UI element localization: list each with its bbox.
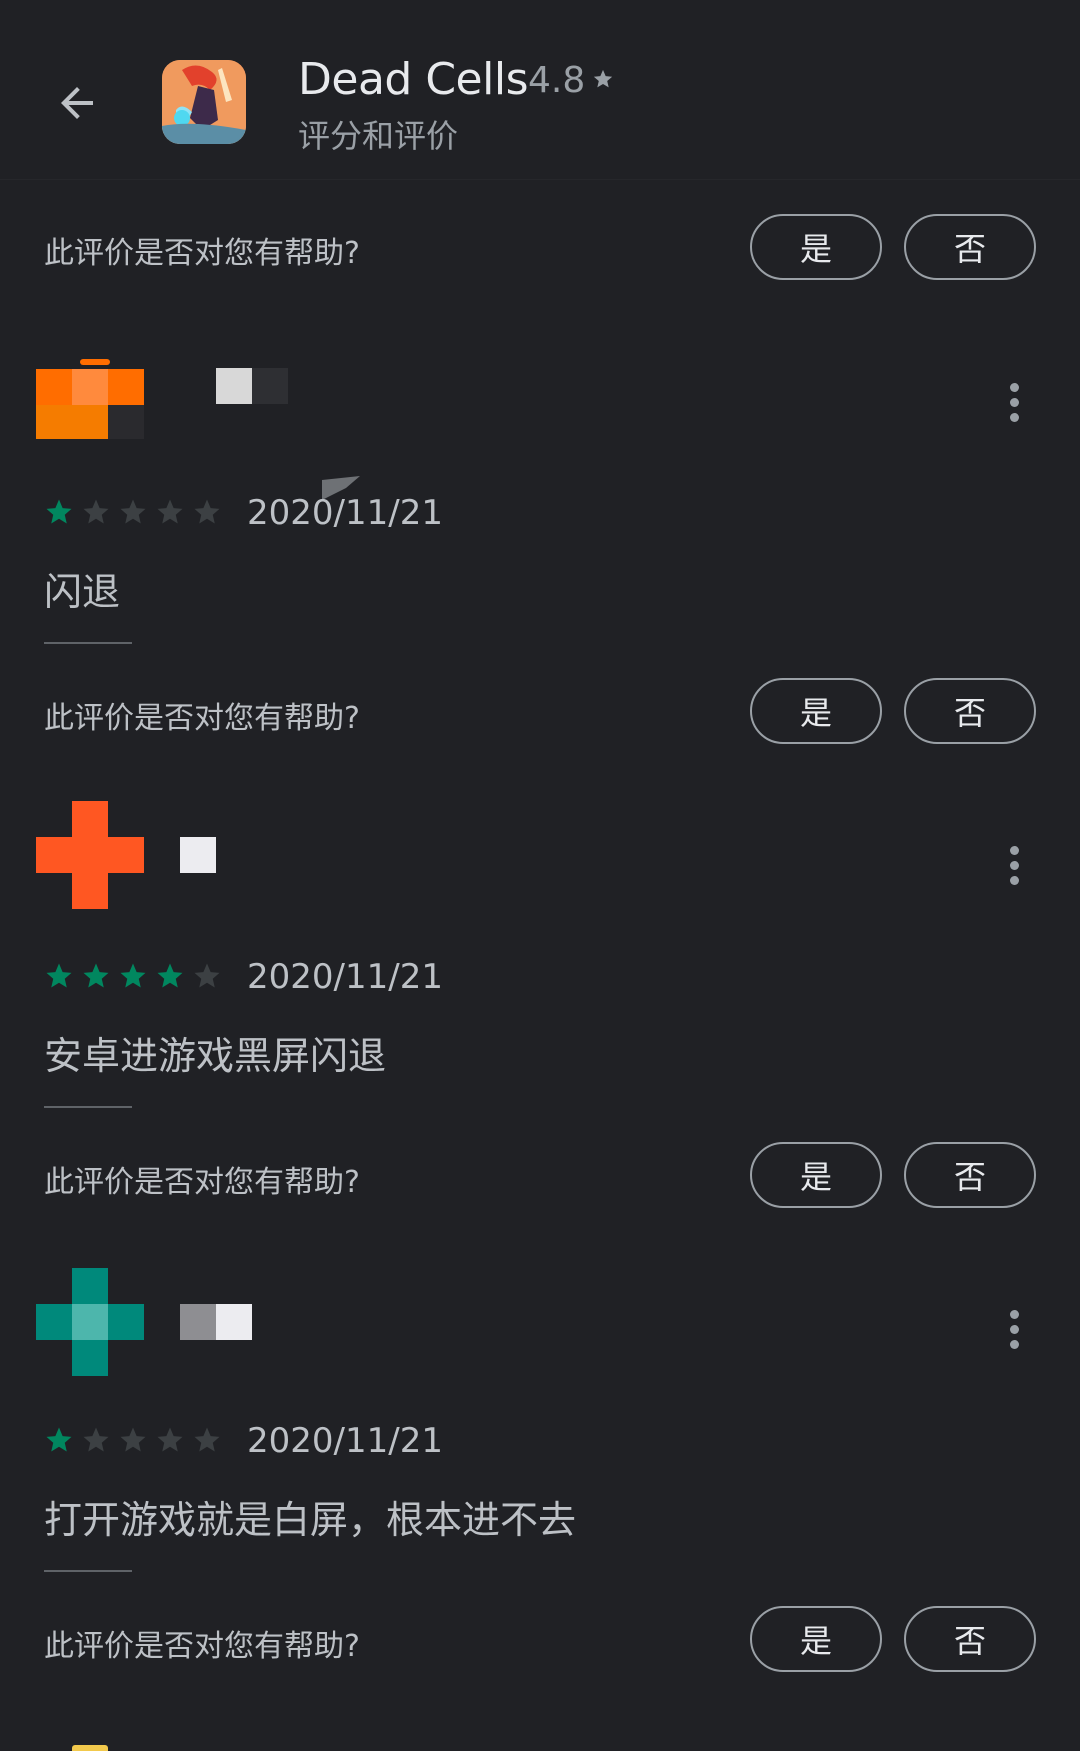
more-vert-icon xyxy=(1009,382,1019,392)
review-date: 2020/11/21 xyxy=(247,493,443,533)
star-icon xyxy=(120,963,146,988)
back-button[interactable] xyxy=(44,70,110,136)
more-options-button[interactable] xyxy=(996,1299,1032,1359)
more-options-button[interactable] xyxy=(996,372,1032,432)
more-options-button[interactable] xyxy=(996,835,1032,895)
helpful-question: 此评价是否对您有帮助? xyxy=(44,236,360,271)
helpful-no-button[interactable]: 否 xyxy=(904,1142,1036,1208)
star-icon xyxy=(157,499,183,524)
more-vert-icon xyxy=(1009,1309,1019,1319)
star-icon xyxy=(46,963,72,988)
app-title: Dead Cells xyxy=(298,54,529,105)
star-icon xyxy=(46,499,72,524)
reviewer-name xyxy=(216,368,288,404)
app-icon[interactable] xyxy=(162,60,246,144)
star-icon xyxy=(194,963,220,988)
star-icon xyxy=(83,963,109,988)
star-icon xyxy=(593,69,613,88)
review-divider xyxy=(44,1570,132,1572)
app-header: Dead Cells 4.8 评分和评价 xyxy=(0,0,1080,180)
review-text: 闪退 xyxy=(44,570,121,614)
review-text: 安卓进游戏黑屏闪退 xyxy=(44,1034,387,1078)
star-icon xyxy=(120,1427,146,1452)
star-icon xyxy=(46,1427,72,1452)
avatar xyxy=(36,801,144,909)
review-date: 2020/11/21 xyxy=(247,1421,443,1461)
reviewer-name xyxy=(180,1304,252,1340)
helpful-yes-button[interactable]: 是 xyxy=(750,214,882,280)
helpful-question: 此评价是否对您有帮助? xyxy=(44,1165,360,1200)
page-subtitle: 评分和评价 xyxy=(298,117,459,155)
helpful-no-button[interactable]: 否 xyxy=(904,214,1036,280)
helpful-yes-button[interactable]: 是 xyxy=(750,678,882,744)
app-rating: 4.8 xyxy=(528,60,586,101)
star-icon xyxy=(194,499,220,524)
reviews-page: Dead Cells 4.8 评分和评价 此评价是否对您有帮助? 是 否 202… xyxy=(0,0,1080,1751)
app-icon-artwork xyxy=(162,60,246,144)
star-icon xyxy=(157,963,183,988)
review-divider xyxy=(44,642,132,644)
arrow-back-icon xyxy=(61,87,93,119)
star-icon xyxy=(120,499,146,524)
helpful-question: 此评价是否对您有帮助? xyxy=(44,1629,360,1664)
review-text: 打开游戏就是白屏，根本进不去 xyxy=(44,1498,577,1542)
star-icon xyxy=(157,1427,183,1452)
avatar xyxy=(36,1268,144,1376)
star-icon xyxy=(83,1427,109,1452)
helpful-no-button[interactable]: 否 xyxy=(904,1606,1036,1672)
helpful-no-button[interactable]: 否 xyxy=(904,678,1036,744)
review-divider xyxy=(44,1106,132,1108)
star-rating xyxy=(44,1425,222,1455)
star-icon xyxy=(194,1427,220,1452)
more-vert-icon xyxy=(1009,845,1019,855)
review-date: 2020/11/21 xyxy=(247,957,443,997)
star-icon xyxy=(83,499,109,524)
helpful-yes-button[interactable]: 是 xyxy=(750,1142,882,1208)
star-rating xyxy=(44,497,222,527)
avatar xyxy=(72,1745,108,1751)
avatar xyxy=(36,359,144,467)
reviewer-name xyxy=(180,837,216,873)
helpful-yes-button[interactable]: 是 xyxy=(750,1606,882,1672)
helpful-question: 此评价是否对您有帮助? xyxy=(44,701,360,736)
star-rating xyxy=(44,961,222,991)
